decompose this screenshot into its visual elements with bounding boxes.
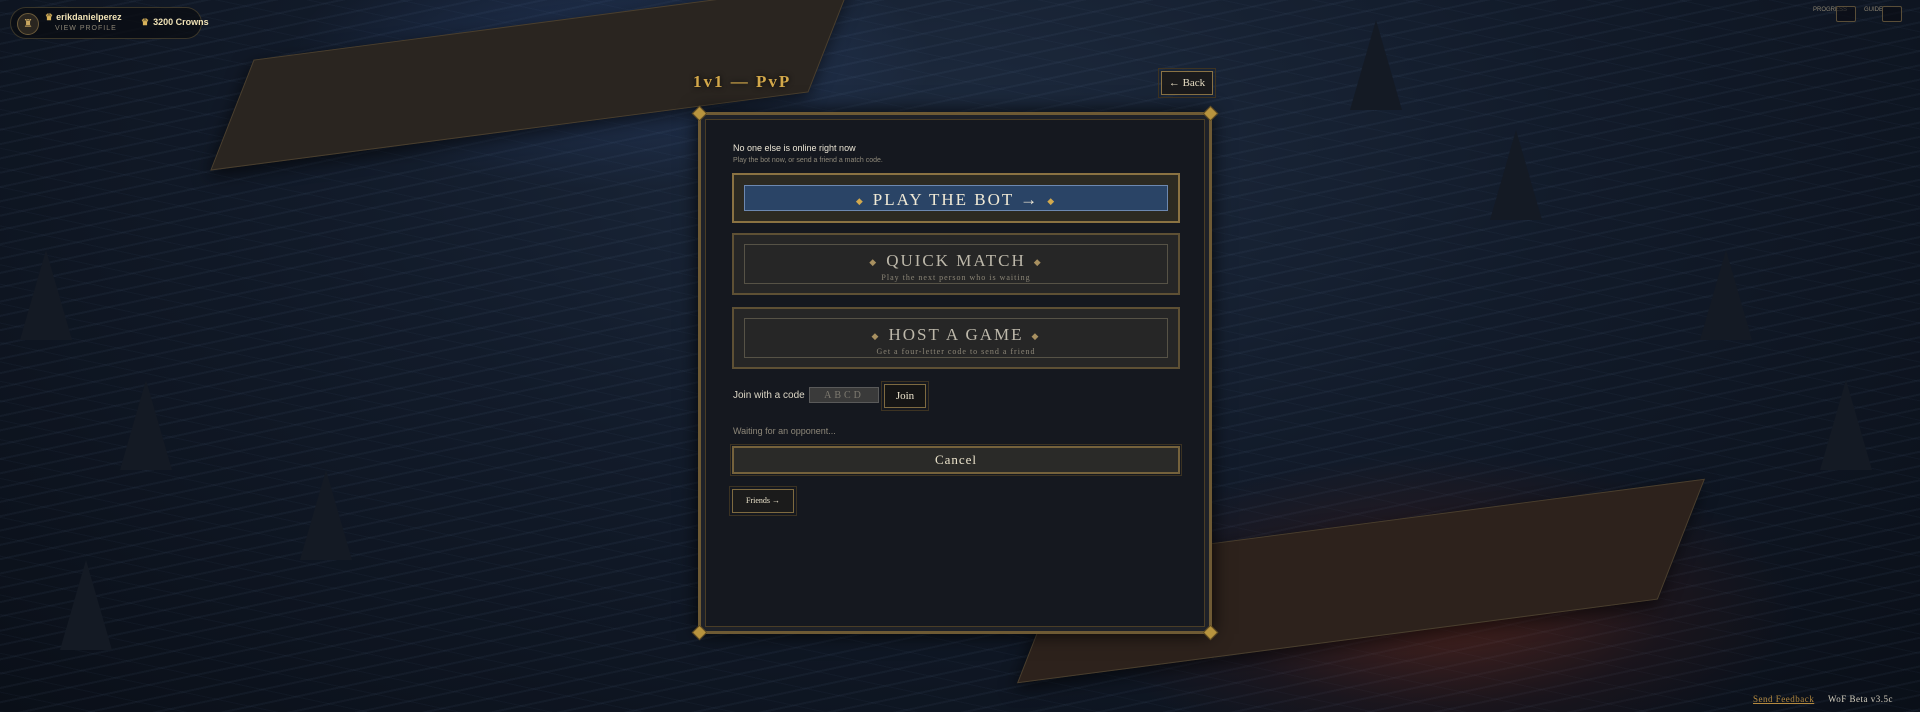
waiting-status: Waiting for an opponent...: [733, 426, 836, 436]
version-label: WoF Beta v3.5c: [1828, 694, 1894, 704]
username: ♛ erikdanielperez: [45, 12, 122, 22]
profile-chip[interactable]: ♜ ♛ erikdanielperez VIEW PROFILE ♛ 3200 Cr…: [10, 7, 209, 39]
host-game-label: ◆ HOST A GAME ◆: [871, 325, 1041, 344]
online-status-title: No one else is online right now: [733, 143, 856, 153]
diamond-icon: ◆: [871, 330, 881, 341]
quick-match-button[interactable]: ◆ QUICK MATCH ◆ Play the next person who i…: [732, 233, 1180, 295]
join-button[interactable]: Join: [881, 381, 929, 411]
host-game-subtitle: Get a four-letter code to send a friend: [876, 347, 1036, 356]
crown-icon: ♛: [45, 12, 54, 22]
diamond-icon: ◆: [1031, 330, 1041, 341]
host-game-button[interactable]: ◆ HOST A GAME ◆ Get a four-letter code to …: [732, 307, 1180, 369]
guide-button[interactable]: [1882, 6, 1902, 22]
crown-icon: ♛: [141, 17, 150, 27]
friends-button[interactable]: Friends →: [729, 486, 797, 516]
back-button[interactable]: ← Back: [1158, 68, 1216, 98]
play-bot-label: ◆ PLAY THE BOT → ◆: [855, 190, 1057, 209]
view-profile-link[interactable]: VIEW PROFILE: [55, 25, 117, 32]
quick-match-label: ◆ QUICK MATCH ◆: [869, 251, 1043, 270]
diamond-icon: ◆: [855, 195, 865, 206]
guide-label: GUIDE: [1864, 7, 1884, 13]
rock-spike: [1820, 380, 1872, 470]
send-feedback-link[interactable]: Send Feedback: [1753, 694, 1814, 704]
progress-button[interactable]: [1836, 6, 1856, 22]
rock-spike: [60, 560, 112, 650]
matchmaking-panel: No one else is online right now Play the…: [691, 105, 1219, 641]
diamond-icon: ◆: [1047, 195, 1057, 206]
diamond-icon: ◆: [1033, 256, 1043, 267]
rock-spike: [120, 380, 172, 470]
match-code-input[interactable]: [809, 387, 879, 403]
play-bot-button[interactable]: ◆ PLAY THE BOT → ◆: [732, 173, 1180, 223]
online-status-subtitle: Play the bot now, or send a friend a mat…: [733, 157, 883, 164]
quick-match-subtitle: Play the next person who is waiting: [881, 273, 1031, 282]
avatar-icon: ♜: [17, 13, 39, 35]
rock-spike: [1490, 130, 1542, 220]
crowns-balance: ♛ 3200 Crowns: [141, 17, 209, 27]
cancel-button[interactable]: Cancel: [730, 444, 1182, 476]
diamond-icon: ◆: [869, 256, 879, 267]
page-title: 1v1 — PvP: [693, 72, 792, 91]
join-code-label: Join with a code: [733, 390, 805, 401]
rock-spike: [300, 470, 352, 560]
rock-spike: [20, 250, 72, 340]
rock-spike: [1700, 250, 1752, 340]
rock-spike: [1350, 20, 1402, 110]
